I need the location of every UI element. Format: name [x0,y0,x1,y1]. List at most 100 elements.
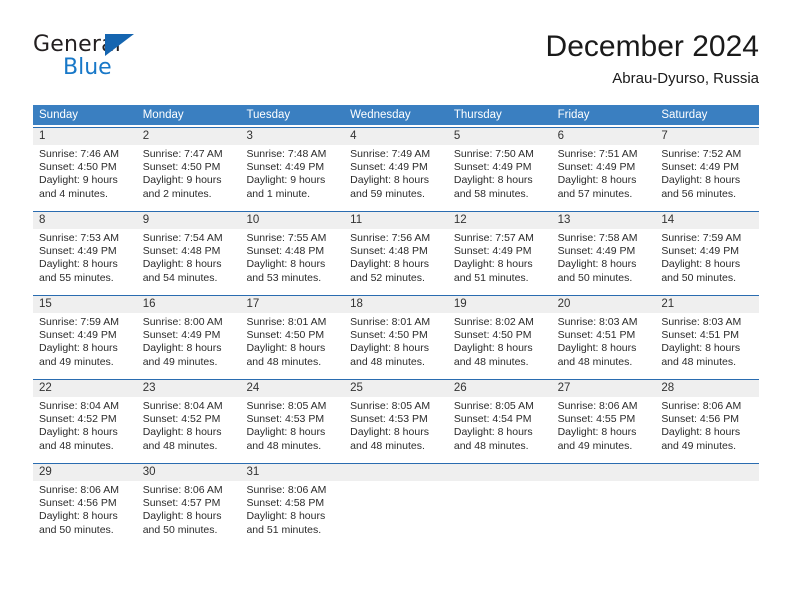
daylight-text-line2: and 48 minutes. [142,439,218,452]
sunrise-text: Sunrise: 8:03 AM [661,316,742,328]
day-cell[interactable]: 9 Sunrise: 7:54 AM Sunset: 4:48 PM Daylight… [136,211,241,289]
day-number: 29 [33,464,137,481]
sunset-text: Sunset: 4:49 PM [661,161,739,174]
day-number: 18 [344,296,448,313]
day-cell[interactable]: 24 Sunrise: 8:05 AM Sunset: 4:53 PM Dayligh… [240,379,345,457]
day-cell-empty [551,463,656,541]
day-cell[interactable]: 22 Sunrise: 8:04 AM Sunset: 4:52 PM Dayligh… [33,379,137,457]
day-cell[interactable]: 28 Sunrise: 8:06 AM Sunset: 4:56 PM Dayligh… [655,379,760,457]
day-cell[interactable]: 4 Sunrise: 7:49 AM Sunset: 4:49 PM Daylight… [344,127,448,205]
sunrise-text: Sunrise: 8:01 AM [246,316,327,328]
daylight-text-line2: and 51 minutes. [453,271,529,284]
daylight-text-line2: and 48 minutes. [350,439,425,452]
sunset-text: Sunset: 4:49 PM [142,329,221,342]
day-number: 9 [136,212,241,229]
daylight-text-line1: Daylight: 8 hours [142,342,222,355]
day-details: Sunrise: 7:52 AM Sunset: 4:49 PM Daylight:… [655,145,759,201]
sunset-text: Sunset: 4:49 PM [246,161,325,174]
day-details: Sunrise: 7:55 AM Sunset: 4:48 PM Daylight:… [240,229,344,285]
daylight-text-line1: Daylight: 8 hours [557,174,637,187]
day-cell[interactable]: 19 Sunrise: 8:02 AM Sunset: 4:50 PM Dayligh… [447,295,552,373]
day-cell[interactable]: 26 Sunrise: 8:05 AM Sunset: 4:54 PM Dayligh… [447,379,552,457]
sunrise-text: Sunrise: 7:54 AM [142,232,223,244]
title-block: December 2024 Abrau-Dyurso, Russia [546,28,759,90]
day-cell[interactable]: 1 Sunrise: 7:46 AM Sunset: 4:50 PM Daylight… [33,127,137,205]
sunset-text: Sunset: 4:49 PM [350,161,428,174]
day-cell[interactable]: 17 Sunrise: 8:01 AM Sunset: 4:50 PM Dayligh… [240,295,345,373]
daylight-text-line2: and 48 minutes. [557,355,633,368]
day-cell[interactable]: 6 Sunrise: 7:51 AM Sunset: 4:49 PM Daylight… [551,127,656,205]
daylight-text-line1: Daylight: 8 hours [557,342,637,355]
day-number: 8 [33,212,137,229]
day-cell[interactable]: 10 Sunrise: 7:55 AM Sunset: 4:48 PM Dayligh… [240,211,345,289]
daylight-text-line1: Daylight: 8 hours [246,510,326,523]
week-row: 1 Sunrise: 7:46 AM Sunset: 4:50 PM Daylight… [33,127,760,205]
day-details: Sunrise: 8:02 AM Sunset: 4:50 PM Daylight:… [448,313,552,369]
day-number: 12 [447,212,552,229]
sunrise-text: Sunrise: 8:03 AM [557,316,638,328]
sunset-text: Sunset: 4:50 PM [142,161,221,174]
sunrise-text: Sunrise: 7:48 AM [246,148,327,160]
day-number: 13 [551,212,656,229]
day-cell[interactable]: 16 Sunrise: 8:00 AM Sunset: 4:49 PM Dayligh… [136,295,241,373]
logo-text-blue: Blue [63,55,112,80]
day-number: 1 [33,128,137,145]
day-details: Sunrise: 8:03 AM Sunset: 4:51 PM Daylight:… [655,313,759,369]
sunrise-text: Sunrise: 8:05 AM [246,400,327,412]
day-cell[interactable]: 30 Sunrise: 8:06 AM Sunset: 4:57 PM Dayligh… [136,463,241,541]
daylight-text-line1: Daylight: 9 hours [142,174,222,187]
day-details: Sunrise: 7:54 AM Sunset: 4:48 PM Daylight:… [137,229,241,285]
day-cell[interactable]: 5 Sunrise: 7:50 AM Sunset: 4:49 PM Daylight… [447,127,552,205]
daylight-text-line1: Daylight: 9 hours [39,174,118,187]
day-number [344,464,448,481]
day-cell-empty [655,463,760,541]
day-cell[interactable]: 7 Sunrise: 7:52 AM Sunset: 4:49 PM Daylight… [655,127,760,205]
day-cell[interactable]: 31 Sunrise: 8:06 AM Sunset: 4:58 PM Dayligh… [240,463,345,541]
day-cell[interactable]: 13 Sunrise: 7:58 AM Sunset: 4:49 PM Dayligh… [551,211,656,289]
day-number: 19 [447,296,552,313]
day-cell[interactable]: 15 Sunrise: 7:59 AM Sunset: 4:49 PM Dayligh… [33,295,137,373]
daylight-text-line2: and 49 minutes. [557,439,633,452]
day-cell[interactable]: 21 Sunrise: 8:03 AM Sunset: 4:51 PM Dayligh… [655,295,760,373]
day-cell[interactable]: 2 Sunrise: 7:47 AM Sunset: 4:50 PM Daylight… [136,127,241,205]
weekday-header-sunday: Sunday [39,109,79,121]
day-details: Sunrise: 7:58 AM Sunset: 4:49 PM Daylight:… [552,229,656,285]
day-cell[interactable]: 20 Sunrise: 8:03 AM Sunset: 4:51 PM Dayligh… [551,295,656,373]
daylight-text-line1: Daylight: 8 hours [557,426,637,439]
weekday-header-thursday: Thursday [453,109,502,121]
day-number [655,464,760,481]
daylight-text-line1: Daylight: 8 hours [350,258,429,271]
daylight-text-line2: and 56 minutes. [661,187,737,200]
daylight-text-line2: and 51 minutes. [246,523,322,536]
sunrise-text: Sunrise: 7:50 AM [453,148,534,160]
day-cell[interactable]: 29 Sunrise: 8:06 AM Sunset: 4:56 PM Dayligh… [33,463,137,541]
day-cell[interactable]: 18 Sunrise: 8:01 AM Sunset: 4:50 PM Dayligh… [344,295,448,373]
day-number: 3 [240,128,345,145]
day-details: Sunrise: 7:53 AM Sunset: 4:49 PM Daylight:… [33,229,137,285]
sunrise-text: Sunrise: 7:57 AM [453,232,534,244]
page-subtitle: Abrau-Dyurso, Russia [612,70,759,87]
sunrise-text: Sunrise: 8:06 AM [39,484,119,496]
daylight-text-line1: Daylight: 8 hours [453,426,533,439]
sunrise-text: Sunrise: 7:51 AM [557,148,638,160]
sunrise-text: Sunrise: 8:06 AM [142,484,223,496]
day-cell[interactable]: 12 Sunrise: 7:57 AM Sunset: 4:49 PM Dayligh… [447,211,552,289]
sunrise-text: Sunrise: 8:05 AM [453,400,534,412]
day-cell[interactable]: 23 Sunrise: 8:04 AM Sunset: 4:52 PM Dayligh… [136,379,241,457]
day-cell[interactable]: 14 Sunrise: 7:59 AM Sunset: 4:49 PM Dayligh… [655,211,760,289]
day-number: 24 [240,380,345,397]
day-cell[interactable]: 3 Sunrise: 7:48 AM Sunset: 4:49 PM Daylight… [240,127,345,205]
day-cell[interactable]: 8 Sunrise: 7:53 AM Sunset: 4:49 PM Daylight… [33,211,137,289]
day-number: 21 [655,296,760,313]
day-details: Sunrise: 8:05 AM Sunset: 4:53 PM Daylight:… [240,397,344,453]
day-number: 25 [344,380,448,397]
sunrise-text: Sunrise: 7:46 AM [39,148,119,160]
day-cell[interactable]: 25 Sunrise: 8:05 AM Sunset: 4:53 PM Dayligh… [344,379,448,457]
day-cell[interactable]: 11 Sunrise: 7:56 AM Sunset: 4:48 PM Dayligh… [344,211,448,289]
general-blue-logo[interactable]: General Blue [33,32,253,90]
sunset-text: Sunset: 4:50 PM [246,329,325,342]
day-details: Sunrise: 7:59 AM Sunset: 4:49 PM Daylight:… [655,229,759,285]
day-number: 31 [240,464,345,481]
day-number: 27 [551,380,656,397]
day-cell[interactable]: 27 Sunrise: 8:06 AM Sunset: 4:55 PM Dayligh… [551,379,656,457]
